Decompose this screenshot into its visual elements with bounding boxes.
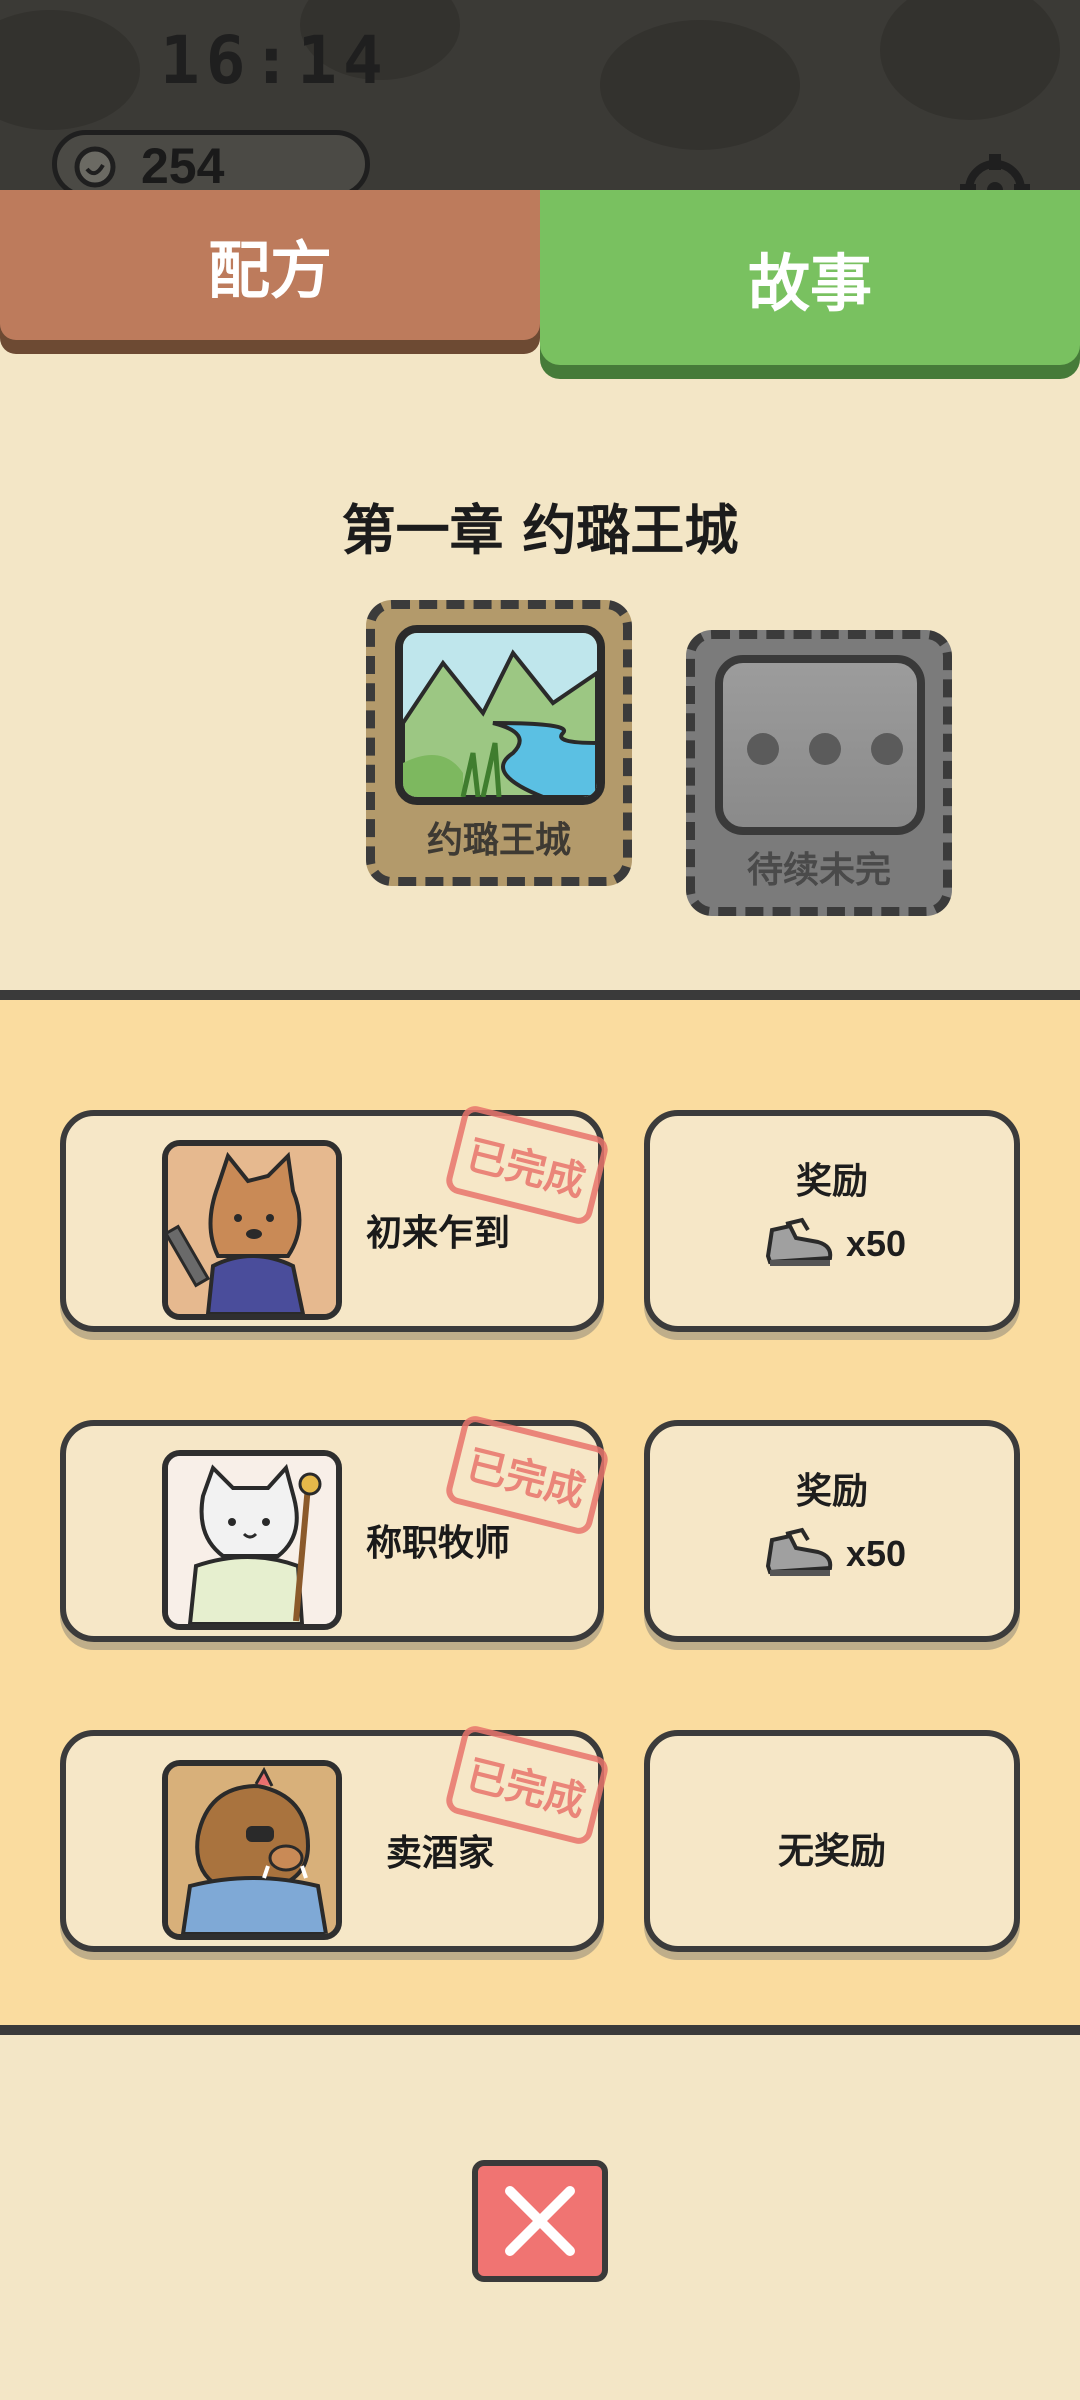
chapter-card-label: 待续未完 bbox=[746, 850, 891, 891]
quest-card[interactable]: 初来乍到 已完成 bbox=[60, 1103, 611, 1332]
boar-portrait bbox=[162, 1760, 342, 1940]
reward-card: 无奖励 bbox=[644, 1730, 1020, 1952]
shoe-icon bbox=[765, 1527, 833, 1576]
tab-recipe[interactable]: 配方 bbox=[0, 190, 540, 340]
chapter-card-locked: 待续未完 bbox=[686, 630, 952, 916]
reward-quantity: x50 bbox=[846, 1223, 907, 1264]
reward-title: 奖励 bbox=[795, 1161, 868, 1202]
reward-card: 奖励 x50 bbox=[644, 1110, 1020, 1332]
reward-title: 奖励 bbox=[795, 1471, 868, 1512]
quest-name: 称职牧师 bbox=[366, 1523, 511, 1564]
ellipsis-dot bbox=[747, 733, 779, 765]
fox-portrait bbox=[162, 1140, 342, 1320]
chapter-title: 第一章 约璐王城 bbox=[341, 499, 739, 562]
reward-row: x50 bbox=[762, 1526, 906, 1582]
close-icon bbox=[505, 2186, 575, 2256]
quest-name: 初来乍到 bbox=[366, 1213, 511, 1254]
tab-story[interactable]: 故事 bbox=[540, 190, 1080, 365]
ellipsis-dot bbox=[871, 733, 903, 765]
quest-name: 卖酒家 bbox=[386, 1833, 495, 1874]
chapter-card-label: 约璐王城 bbox=[426, 820, 571, 861]
currency-value: 254 bbox=[141, 138, 225, 190]
landscape-image bbox=[395, 625, 605, 805]
reward-card: 奖励 x50 bbox=[644, 1420, 1020, 1642]
quest-panel: 初来乍到 已完成 奖励 x50 称职牧师 已完成 奖励 x50 卖酒家 已完成 … bbox=[0, 990, 1080, 2035]
ellipsis-dot bbox=[809, 733, 841, 765]
settings-gear-icon[interactable] bbox=[950, 140, 1040, 190]
currency-display: 254 bbox=[52, 130, 370, 190]
quest-card[interactable]: 称职牧师 已完成 bbox=[60, 1413, 611, 1642]
clock: 16:14 bbox=[160, 22, 389, 99]
cat-portrait bbox=[162, 1450, 342, 1630]
close-button[interactable] bbox=[472, 2160, 608, 2282]
locked-placeholder bbox=[715, 655, 925, 835]
shoe-icon bbox=[765, 1217, 833, 1266]
reward-row: x50 bbox=[762, 1216, 906, 1272]
quest-card[interactable]: 卖酒家 已完成 bbox=[60, 1723, 611, 1952]
coin-icon bbox=[74, 146, 116, 188]
no-reward-label: 无奖励 bbox=[777, 1831, 886, 1872]
top-bar: 16:14 254 bbox=[0, 0, 1080, 190]
reward-quantity: x50 bbox=[846, 1533, 907, 1574]
chapter-card-yolu-city[interactable]: 约璐王城 bbox=[366, 600, 632, 886]
